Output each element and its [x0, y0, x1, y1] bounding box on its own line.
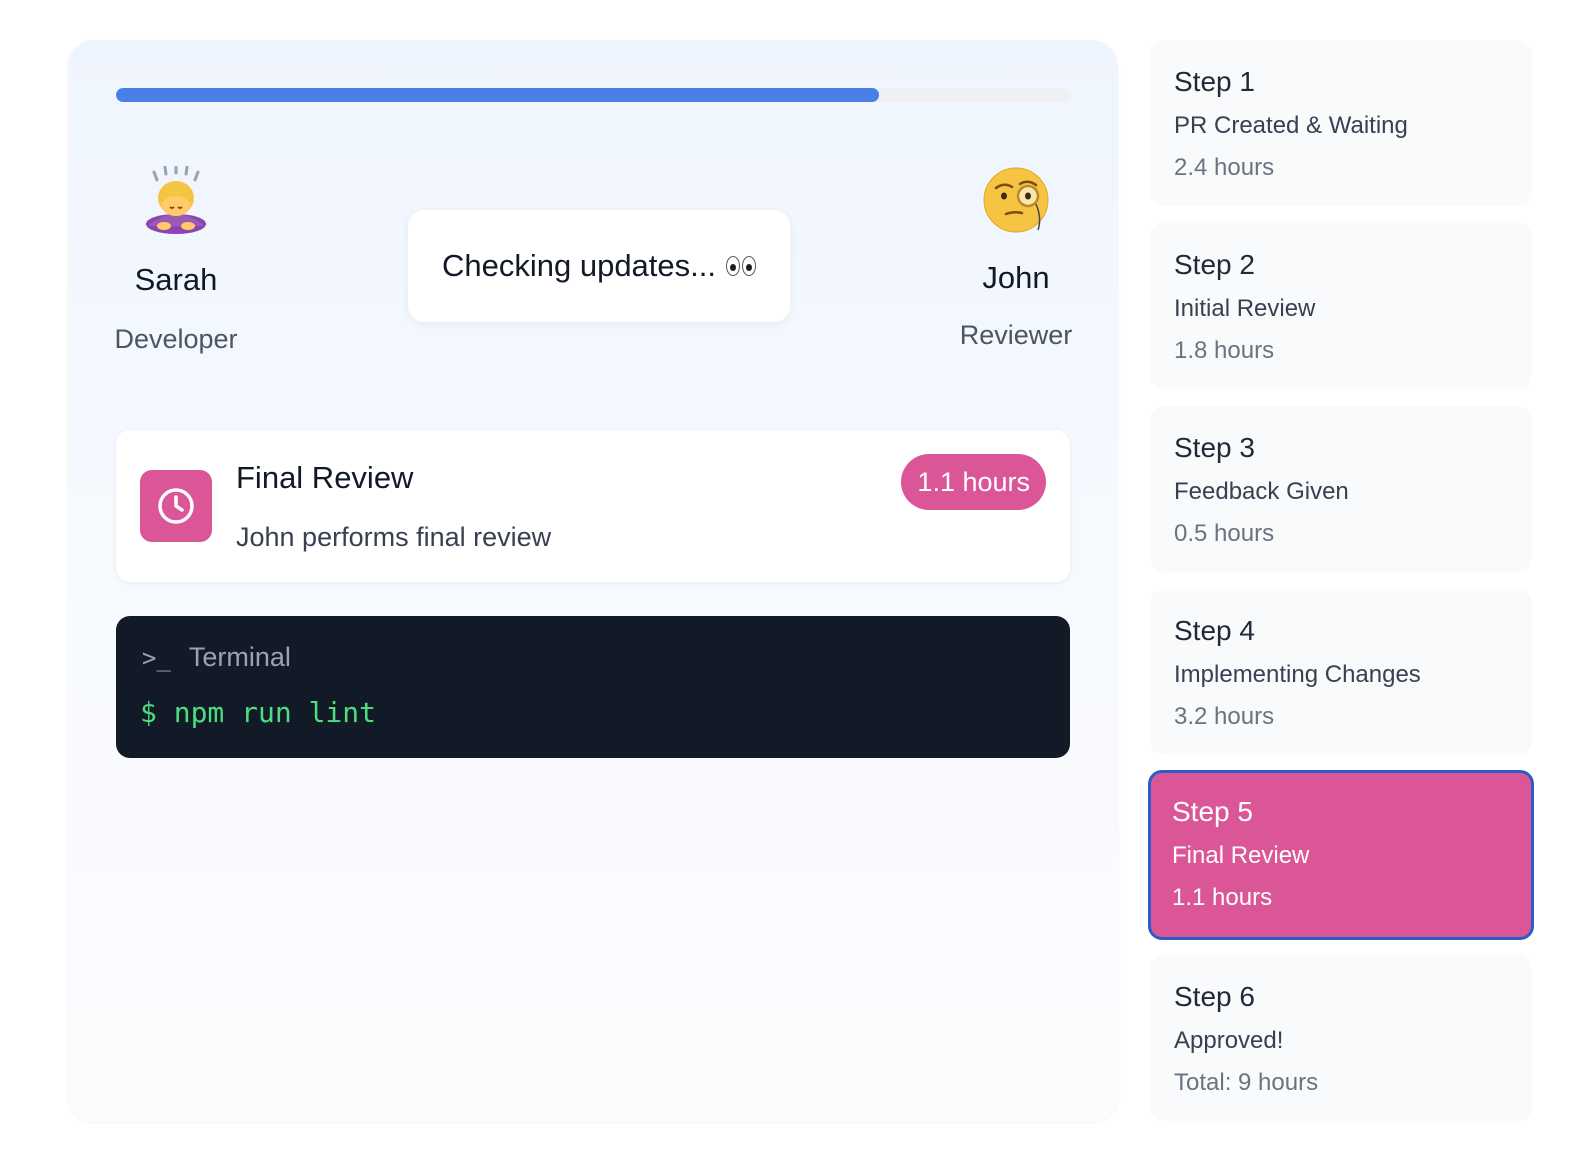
step-label: Approved!: [1174, 1027, 1284, 1054]
step-label: PR Created & Waiting: [1174, 112, 1408, 139]
sidebar-step-6[interactable]: Step 6 Approved! Total: 9 hours: [1150, 955, 1532, 1121]
face-with-monocle-icon: [983, 167, 1049, 233]
sidebar-step-3[interactable]: Step 3 Feedback Given 0.5 hours: [1150, 406, 1532, 572]
step-number: Step 4: [1174, 615, 1255, 646]
clock-icon: [158, 488, 194, 524]
person-bowing-icon: [146, 166, 206, 234]
step-icon-box: [140, 470, 212, 542]
step-label: Final Review: [1172, 842, 1310, 869]
step-time: 1.1 hours: [1172, 884, 1273, 911]
terminal-panel: >_ Terminal $ npm run lint: [116, 616, 1070, 758]
terminal-command: $ npm run lint: [140, 696, 377, 729]
progress-fill: [116, 88, 880, 102]
step-number: Step 6: [1174, 981, 1255, 1012]
sidebar-step-1[interactable]: Step 1 PR Created & Waiting 2.4 hours: [1150, 40, 1532, 206]
step-description: John performs final review: [236, 522, 552, 552]
current-step-card: Final Review John performs final review …: [116, 430, 1070, 582]
terminal-prompt-icon: >_: [142, 643, 171, 672]
speech-bubble-text: Checking updates...: [441, 248, 716, 283]
step-time: 2.4 hours: [1174, 154, 1275, 181]
speech-bubble: Checking updates...: [408, 210, 790, 322]
step-number: Step 3: [1174, 432, 1255, 463]
actor-role: Reviewer: [959, 320, 1073, 350]
step-time: 0.5 hours: [1174, 520, 1275, 547]
step-time: 1.8 hours: [1174, 337, 1275, 364]
step-title: Final Review: [236, 460, 414, 495]
step-number: Step 1: [1174, 66, 1255, 97]
sidebar-step-4[interactable]: Step 4 Implementing Changes 3.2 hours: [1150, 589, 1532, 755]
step-number: Step 2: [1174, 249, 1255, 280]
sidebar-step-5[interactable]: Step 5 Final Review 1.1 hours: [1148, 770, 1534, 940]
step-label: Initial Review: [1174, 295, 1316, 322]
actor-name: John: [982, 260, 1050, 295]
step-label: Feedback Given: [1174, 478, 1349, 505]
progress-bar: [116, 88, 1070, 102]
step-number: Step 5: [1172, 796, 1253, 827]
step-time: 3.2 hours: [1174, 703, 1275, 730]
actor-sarah: Sarah Developer: [106, 166, 246, 355]
actor-role: Developer: [114, 324, 238, 354]
actor-name: Sarah: [134, 262, 218, 297]
duration-badge: 1.1 hours: [901, 454, 1046, 510]
step-time: Total: 9 hours: [1174, 1069, 1319, 1096]
terminal-title: Terminal: [188, 642, 291, 672]
step-label: Implementing Changes: [1174, 661, 1421, 688]
eyes-icon: [726, 256, 756, 276]
actor-john: John Reviewer: [946, 166, 1086, 351]
sidebar-step-2[interactable]: Step 2 Initial Review 1.8 hours: [1150, 223, 1532, 389]
main-panel: Sarah Developer Checking updates... John…: [68, 40, 1118, 1122]
terminal-header: >_ Terminal: [142, 642, 291, 673]
